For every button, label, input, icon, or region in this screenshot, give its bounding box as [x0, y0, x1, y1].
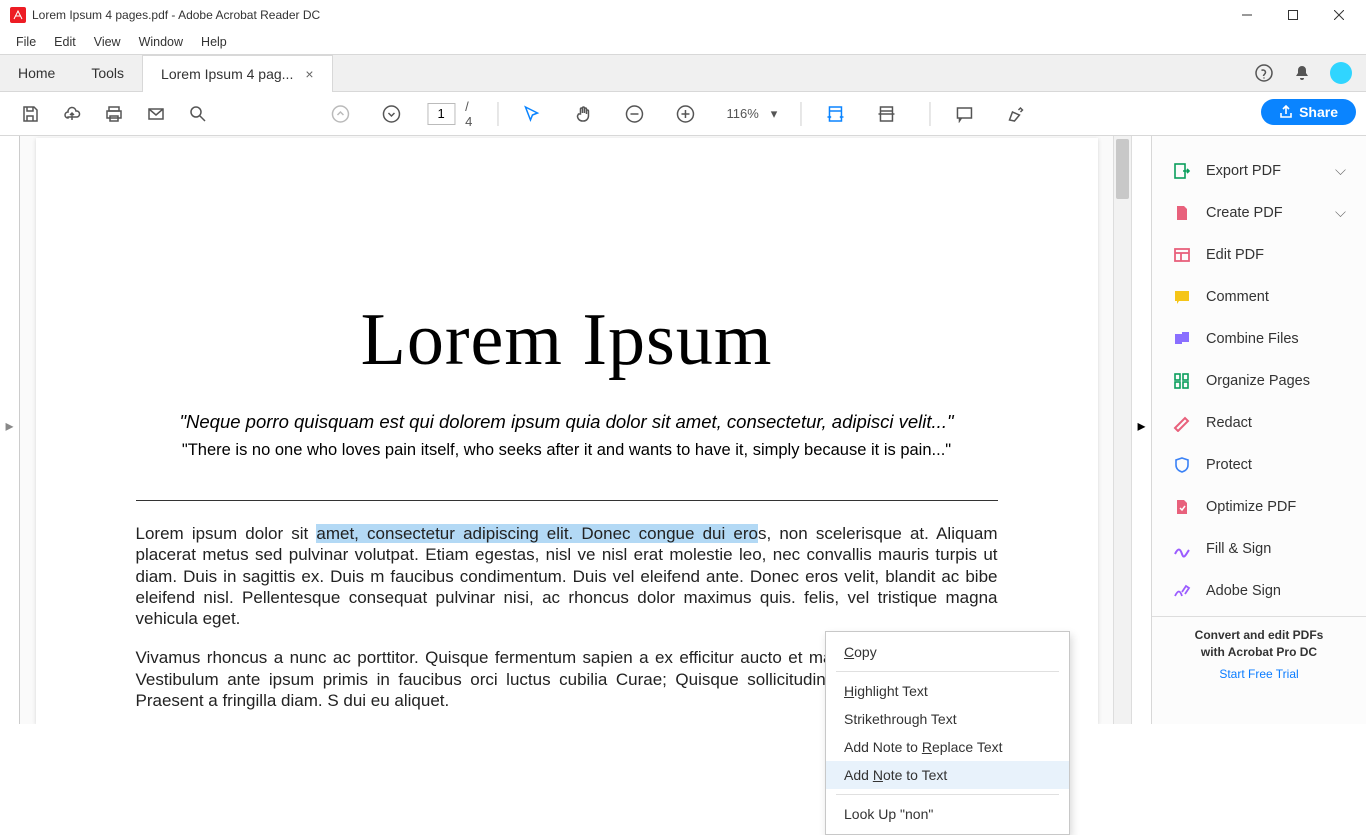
menu-view[interactable]: View: [86, 33, 129, 51]
left-rail[interactable]: ▸: [0, 136, 20, 724]
window-title: Lorem Ipsum 4 pages.pdf - Adobe Acrobat …: [32, 8, 1224, 22]
maximize-button[interactable]: [1270, 0, 1316, 30]
panel-combine[interactable]: Combine Files: [1152, 318, 1366, 360]
tab-document-label: Lorem Ipsum 4 pag...: [161, 66, 293, 82]
fit-width-icon[interactable]: [819, 98, 850, 130]
adobe-sign-icon: [1172, 581, 1192, 601]
tools-panel: Export PDF⌵ Create PDF⌵ Edit PDF Comment…: [1151, 136, 1366, 724]
tab-tools[interactable]: Tools: [73, 55, 142, 91]
chevron-right-icon: ▸: [5, 416, 13, 436]
context-menu: Copy Highlight Text Strikethrough Text A…: [825, 631, 1070, 835]
panel-adobe-sign[interactable]: Adobe Sign: [1152, 570, 1366, 612]
divider: [136, 500, 998, 501]
fill-sign-icon: [1172, 539, 1192, 559]
panel-protect[interactable]: Protect: [1152, 444, 1366, 486]
document-heading: Lorem Ipsum: [136, 298, 998, 383]
share-button[interactable]: Share: [1261, 99, 1356, 125]
fit-page-icon[interactable]: [871, 98, 902, 130]
titlebar: Lorem Ipsum 4 pages.pdf - Adobe Acrobat …: [0, 0, 1366, 30]
cm-add-note-replace[interactable]: Add Note to Replace Text: [826, 733, 1069, 761]
paragraph-1: Lorem ipsum dolor sit amet, consectetur …: [136, 523, 998, 629]
search-icon[interactable]: [182, 98, 214, 130]
page-total: / 4: [465, 99, 479, 129]
workspace: ▸ Lorem Ipsum "Neque porro quisquam est …: [0, 136, 1366, 724]
quote-english: "There is no one who loves pain itself, …: [136, 441, 998, 460]
protect-icon: [1172, 455, 1192, 475]
tabbar: Home Tools Lorem Ipsum 4 pag... ×: [0, 54, 1366, 92]
quote-latin: "Neque porro quisquam est qui dolorem ip…: [136, 411, 998, 433]
tab-tools-label: Tools: [91, 65, 124, 81]
tab-home[interactable]: Home: [0, 55, 73, 91]
page-number-input[interactable]: [427, 103, 455, 125]
create-pdf-icon: [1172, 203, 1192, 223]
close-button[interactable]: [1316, 0, 1362, 30]
panel-footer: Convert and edit PDFswith Acrobat Pro DC…: [1152, 616, 1366, 691]
edit-pdf-icon: [1172, 245, 1192, 265]
panel-redact[interactable]: Redact: [1152, 402, 1366, 444]
panel-comment[interactable]: Comment: [1152, 276, 1366, 318]
organize-icon: [1172, 371, 1192, 391]
chevron-right-icon: ▸: [1137, 416, 1145, 436]
cm-strikethrough[interactable]: Strikethrough Text: [826, 705, 1069, 733]
menubar: File Edit View Window Help: [0, 30, 1366, 54]
toolbar: / 4 116% ▾ Share: [0, 92, 1366, 136]
page-up-icon[interactable]: [324, 98, 355, 130]
close-tab-icon[interactable]: ×: [305, 66, 313, 82]
combine-icon: [1172, 329, 1192, 349]
tab-document[interactable]: Lorem Ipsum 4 pag... ×: [142, 55, 332, 92]
panel-fill-sign[interactable]: Fill & Sign: [1152, 528, 1366, 570]
optimize-icon: [1172, 497, 1192, 517]
cloud-icon[interactable]: [56, 98, 88, 130]
chevron-down-icon: ⌵: [1335, 163, 1346, 179]
tab-home-label: Home: [18, 65, 55, 81]
hand-tool-icon[interactable]: [568, 98, 599, 130]
export-pdf-icon: [1172, 161, 1192, 181]
cm-copy[interactable]: Copy: [826, 638, 1069, 666]
bell-icon[interactable]: [1292, 63, 1312, 83]
print-icon[interactable]: [98, 98, 130, 130]
comment-icon[interactable]: [949, 98, 980, 130]
minimize-button[interactable]: [1224, 0, 1270, 30]
panel-optimize[interactable]: Optimize PDF: [1152, 486, 1366, 528]
menu-edit[interactable]: Edit: [46, 33, 84, 51]
zoom-select[interactable]: 116% ▾: [722, 102, 783, 126]
zoom-value: 116%: [727, 106, 759, 121]
menu-window[interactable]: Window: [131, 33, 191, 51]
panel-edit-pdf[interactable]: Edit PDF: [1152, 234, 1366, 276]
highlight-icon[interactable]: [1000, 98, 1031, 130]
help-icon[interactable]: [1254, 63, 1274, 83]
cm-lookup[interactable]: Look Up "non": [826, 800, 1069, 828]
share-label: Share: [1299, 104, 1338, 120]
panel-create-pdf[interactable]: Create PDF⌵: [1152, 192, 1366, 234]
redact-icon: [1172, 413, 1192, 433]
comment-icon: [1172, 287, 1192, 307]
start-trial-link[interactable]: Start Free Trial: [1164, 667, 1354, 681]
menu-help[interactable]: Help: [193, 33, 235, 51]
selection-tool-icon[interactable]: [516, 98, 547, 130]
cm-add-note-text[interactable]: Add Note to Text: [826, 761, 1069, 789]
menu-file[interactable]: File: [8, 33, 44, 51]
save-icon[interactable]: [14, 98, 46, 130]
email-icon[interactable]: [140, 98, 172, 130]
page-down-icon[interactable]: [376, 98, 407, 130]
profile-avatar[interactable]: [1330, 62, 1352, 84]
chevron-down-icon: ⌵: [1335, 205, 1346, 221]
scroll-thumb[interactable]: [1116, 139, 1129, 199]
zoom-out-icon[interactable]: [619, 98, 650, 130]
panel-organize[interactable]: Organize Pages: [1152, 360, 1366, 402]
panel-export-pdf[interactable]: Export PDF⌵: [1152, 150, 1366, 192]
zoom-in-icon[interactable]: [670, 98, 701, 130]
scrollbar[interactable]: [1113, 136, 1131, 724]
right-rail-toggle[interactable]: ▸: [1131, 136, 1151, 724]
app-icon: [10, 7, 26, 23]
cm-highlight[interactable]: Highlight Text: [826, 677, 1069, 705]
selected-text[interactable]: amet, consectetur adipiscing elit. Donec…: [316, 524, 758, 543]
